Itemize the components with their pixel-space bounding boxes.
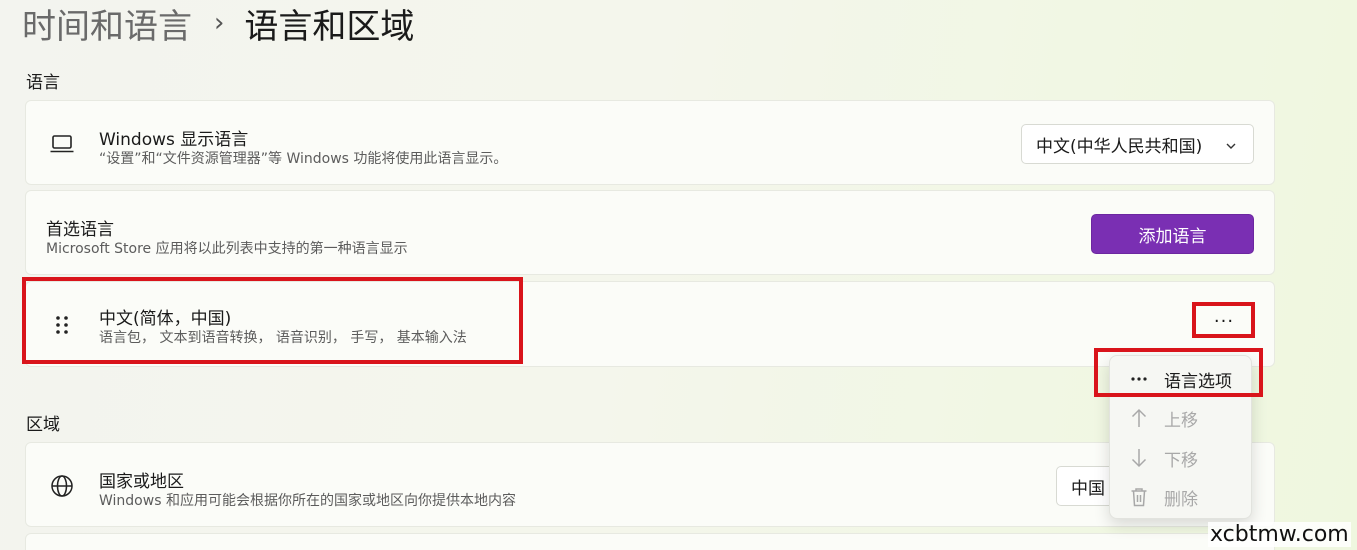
menu-item-label: 下移 <box>1164 450 1198 471</box>
language-item-title: 中文(简体，中国) <box>99 309 232 329</box>
display-language-title: Windows 显示语言 <box>99 130 249 150</box>
preferred-language-title: 首选语言 <box>46 220 114 240</box>
trash-icon <box>1128 486 1150 508</box>
menu-item-move-up[interactable]: 上移 <box>1110 399 1253 437</box>
menu-item-label: 上移 <box>1164 410 1198 431</box>
display-language-card: Windows 显示语言 “设置”和“文件资源管理器”等 Windows 功能将… <box>25 100 1275 185</box>
display-language-select-value: 中文(中华人民共和国) <box>1036 136 1203 157</box>
country-region-card: 国家或地区 Windows 和应用可能会根据你所在的国家或地区向你提供本地内容 … <box>25 442 1275 527</box>
language-more-button[interactable]: ··· <box>1196 306 1252 336</box>
chevron-down-icon <box>1225 137 1237 157</box>
preferred-language-card: 首选语言 Microsoft Store 应用将以此列表中支持的第一种语言显示 <box>25 190 1275 275</box>
breadcrumb-separator: › <box>214 8 225 38</box>
arrow-down-icon <box>1128 447 1150 469</box>
add-language-button[interactable]: 添加语言 <box>1091 214 1254 254</box>
arrow-up-icon <box>1128 407 1150 429</box>
page-title: 语言和区域 <box>244 6 415 47</box>
menu-item-language-options[interactable]: 语言选项 <box>1110 360 1253 398</box>
watermark: xcbtmw.com <box>1208 522 1351 547</box>
display-language-select[interactable]: 中文(中华人民共和国) <box>1021 124 1254 164</box>
section-title-region: 区域 <box>26 415 60 435</box>
country-region-select-value: 中国 <box>1071 478 1105 499</box>
breadcrumb-parent-link[interactable]: 时间和语言 <box>22 0 192 48</box>
globe-icon <box>48 472 76 500</box>
preferred-language-subtitle: Microsoft Store 应用将以此列表中支持的第一种语言显示 <box>46 241 408 257</box>
display-language-subtitle: “设置”和“文件资源管理器”等 Windows 功能将使用此语言显示。 <box>99 151 508 167</box>
section-title-language: 语言 <box>26 73 60 93</box>
country-region-subtitle: Windows 和应用可能会根据你所在的国家或地区向你提供本地内容 <box>99 493 516 509</box>
menu-item-move-down[interactable]: 下移 <box>1110 439 1253 477</box>
menu-item-delete[interactable]: 删除 <box>1110 478 1253 516</box>
menu-item-label: 删除 <box>1164 489 1198 510</box>
language-item-card[interactable]: 中文(简体，中国) 语言包， 文本到语音转换， 语音识别， 手写， 基本输入法 <box>25 281 1275 367</box>
more-icon <box>1128 368 1150 390</box>
next-setting-card <box>25 533 1275 550</box>
language-item-subtitle: 语言包， 文本到语音转换， 语音识别， 手写， 基本输入法 <box>99 330 467 346</box>
country-region-title: 国家或地区 <box>99 472 184 492</box>
language-context-menu: 语言选项 上移 下移 删除 <box>1109 355 1252 519</box>
laptop-icon <box>48 130 76 158</box>
breadcrumb: 时间和语言 › 语言和区域 <box>22 0 415 48</box>
drag-handle-icon[interactable] <box>48 311 76 339</box>
menu-item-label: 语言选项 <box>1164 371 1232 392</box>
